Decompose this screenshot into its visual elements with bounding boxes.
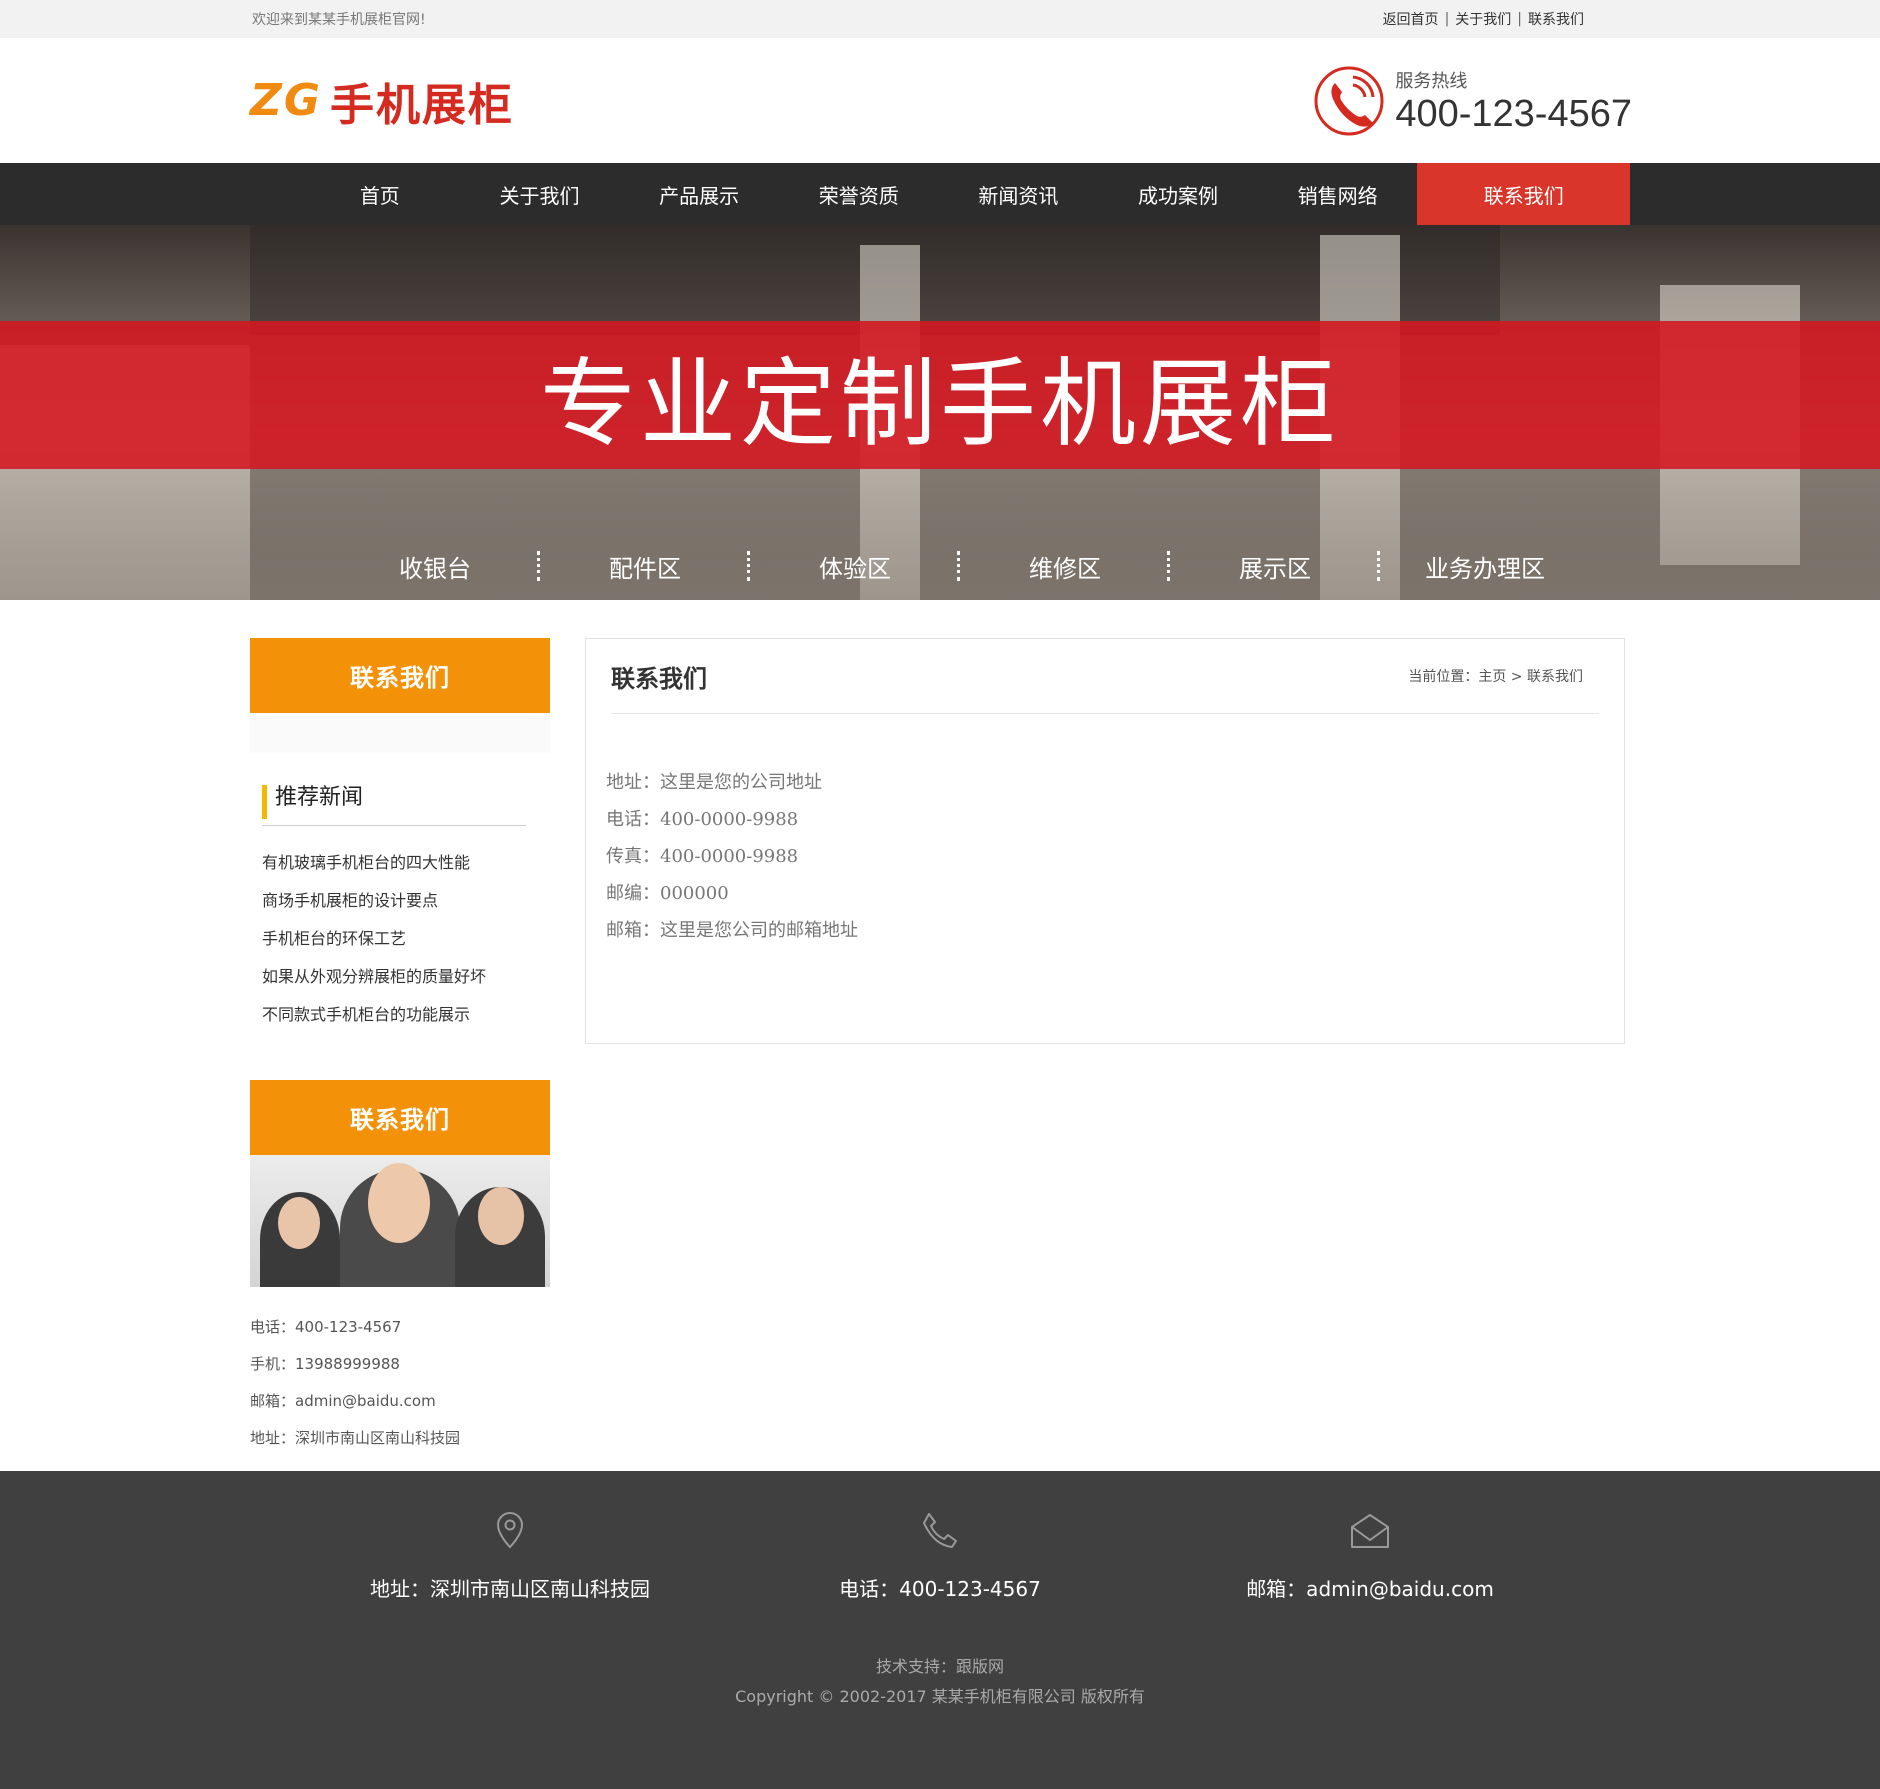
- footer-address: 地址：深圳市南山区南山科技园: [340, 1509, 680, 1602]
- news-title: 推荐新闻: [262, 785, 526, 819]
- news-item[interactable]: 有机玻璃手机柜台的四大性能: [262, 844, 526, 882]
- info-zipcode: 邮编：000000: [606, 883, 729, 904]
- top-link-about[interactable]: 关于我们: [1455, 9, 1511, 29]
- footer-email: 邮箱：admin@baidu.com: [1200, 1509, 1540, 1602]
- page-title: 联系我们: [611, 664, 707, 693]
- recommended-news: 推荐新闻 有机玻璃手机柜台的四大性能 商场手机展柜的设计要点 手机柜台的环保工艺…: [250, 753, 550, 1034]
- top-links: 返回首页 | 关于我们 | 联系我们: [1382, 9, 1584, 29]
- hotline: 服务热线 400-123-4567: [1313, 65, 1632, 137]
- breadcrumb[interactable]: 当前位置：主页 > 联系我们: [1408, 666, 1599, 686]
- footer-copyright: 技术支持：跟版网 Copyright © 2002-2017 某某手机柜有限公司…: [0, 1652, 1880, 1712]
- welcome-text: 欢迎来到某某手机展柜官网!: [252, 12, 426, 28]
- zone-label: 维修区: [960, 543, 1170, 589]
- tech-support[interactable]: 技术支持：跟版网: [0, 1652, 1880, 1682]
- nav-contact[interactable]: 联系我们: [1417, 163, 1631, 225]
- content-panel: 联系我们 当前位置：主页 > 联系我们 地址：这里是您的公司地址 电话：400-…: [585, 638, 1625, 1044]
- copyright-text: Copyright © 2002-2017 某某手机柜有限公司 版权所有: [735, 1687, 1145, 1706]
- sidebar-head[interactable]: 联系我们: [250, 638, 550, 713]
- footer-phone: 电话：400-123-4567: [770, 1509, 1110, 1602]
- info-email: 邮箱：这里是您公司的邮箱地址: [606, 920, 858, 941]
- header: ZG 手机展柜 服务热线 400-123-4567: [0, 38, 1880, 163]
- nav-home[interactable]: 首页: [300, 163, 460, 225]
- main-area: 联系我们 推荐新闻 有机玻璃手机柜台的四大性能 商场手机展柜的设计要点 手机柜台…: [250, 600, 1630, 1457]
- top-link-contact[interactable]: 联系我们: [1528, 9, 1584, 29]
- info-phone: 电话：400-0000-9988: [606, 809, 799, 830]
- contact-address: 地址：深圳市南山区南山科技园: [250, 1429, 461, 1447]
- phone-icon: [1314, 66, 1384, 135]
- banner: 专业定制手机展柜 收银台 配件区 体验区 维修区 展示区 业务办理区: [0, 225, 1880, 600]
- zone-label: 体验区: [750, 543, 960, 589]
- contact-info: 地址：这里是您的公司地址 电话：400-0000-9988 传真：400-000…: [606, 714, 1599, 949]
- top-bar: 欢迎来到某某手机展柜官网! 返回首页 | 关于我们 | 联系我们: [0, 0, 1880, 38]
- news-item[interactable]: 商场手机展柜的设计要点: [262, 882, 526, 920]
- customer-service-photo: [250, 1155, 550, 1287]
- contact-mobile: 手机：13988999988: [250, 1355, 400, 1373]
- info-fax: 传真：400-0000-9988: [606, 846, 799, 867]
- phone-outline-icon: [923, 1513, 957, 1548]
- news-item[interactable]: 不同款式手机柜台的功能展示: [262, 996, 526, 1034]
- news-item[interactable]: 如果从外观分辨展柜的质量好坏: [262, 958, 526, 996]
- news-item[interactable]: 手机柜台的环保工艺: [262, 920, 526, 958]
- mail-icon: [1351, 1514, 1389, 1548]
- hotline-label: 服务热线: [1395, 70, 1468, 92]
- site-logo[interactable]: ZG 手机展柜: [250, 69, 514, 133]
- nav-network[interactable]: 销售网络: [1258, 163, 1418, 225]
- zone-label: 展示区: [1170, 543, 1380, 589]
- hotline-number: 400-123-4567: [1395, 92, 1632, 135]
- nav-news[interactable]: 新闻资讯: [939, 163, 1099, 225]
- sidebar: 联系我们 推荐新闻 有机玻璃手机柜台的四大性能 商场手机展柜的设计要点 手机柜台…: [250, 638, 550, 1457]
- info-address: 地址：这里是您的公司地址: [606, 772, 822, 793]
- contact-phone: 电话：400-123-4567: [250, 1318, 402, 1336]
- banner-slogan: 专业定制手机展柜: [540, 347, 1340, 460]
- contact-head[interactable]: 联系我们: [250, 1080, 550, 1155]
- nav-honors[interactable]: 荣誉资质: [779, 163, 939, 225]
- zone-label: 业务办理区: [1425, 554, 1545, 583]
- location-icon: [496, 1511, 524, 1549]
- banner-red-band: 专业定制手机展柜: [0, 321, 1880, 469]
- main-nav: 首页 关于我们 产品展示 荣誉资质 新闻资讯 成功案例 销售网络 联系我们: [0, 163, 1880, 225]
- banner-zones: 收银台 配件区 体验区 维修区 展示区 业务办理区: [0, 543, 1880, 589]
- zone-label: 收银台: [330, 543, 540, 589]
- contact-email: 邮箱：admin@baidu.com: [250, 1392, 436, 1410]
- nav-about[interactable]: 关于我们: [460, 163, 620, 225]
- footer: 地址：深圳市南山区南山科技园 电话：400-123-4567 邮箱：admin@…: [0, 1471, 1880, 1789]
- top-link-home[interactable]: 返回首页: [1383, 9, 1439, 29]
- sidebar-contact-list: 电话：400-123-4567 手机：13988999988 邮箱：admin@…: [250, 1287, 550, 1457]
- zone-label: 配件区: [540, 543, 750, 589]
- nav-cases[interactable]: 成功案例: [1098, 163, 1258, 225]
- nav-products[interactable]: 产品展示: [619, 163, 779, 225]
